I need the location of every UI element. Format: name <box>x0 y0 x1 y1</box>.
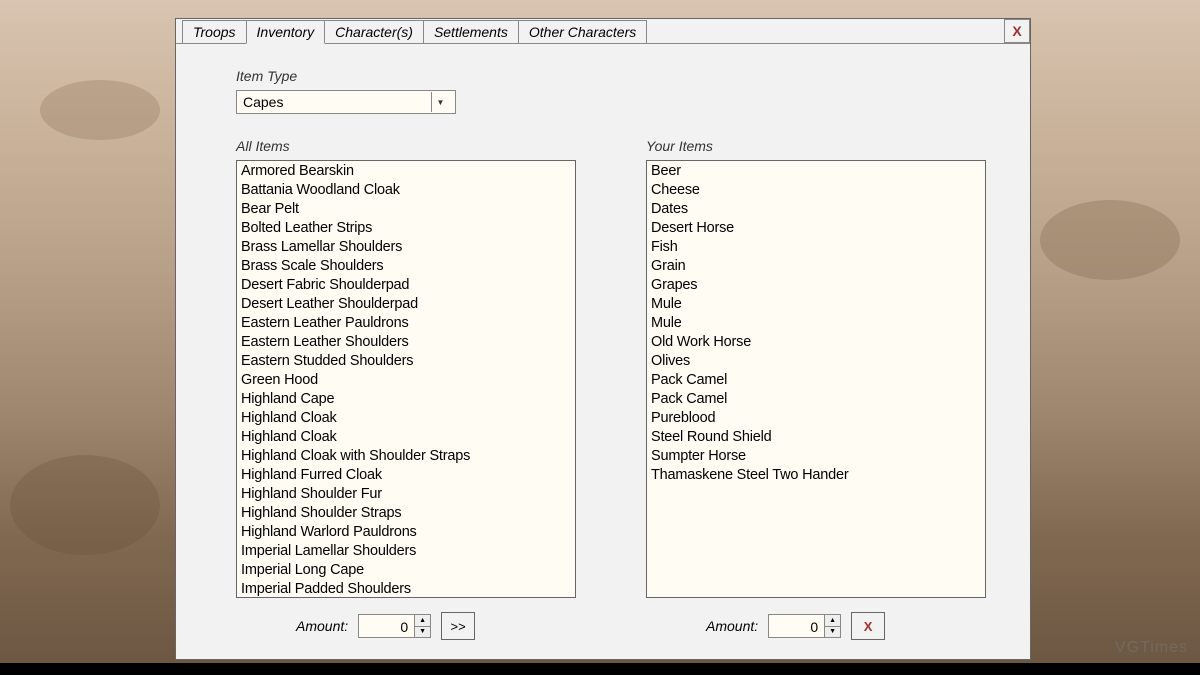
spinner-down-icon[interactable]: ▼ <box>415 627 430 638</box>
list-item[interactable]: Eastern Leather Pauldrons <box>241 314 571 333</box>
tab-other-characters[interactable]: Other Characters <box>518 20 647 44</box>
close-button[interactable]: X <box>1004 19 1030 43</box>
all-items-listbox[interactable]: Armored BearskinBattania Woodland CloakB… <box>236 160 576 598</box>
amount-value-right[interactable]: 0 <box>769 615 824 637</box>
list-item[interactable]: Desert Leather Shoulderpad <box>241 295 571 314</box>
your-items-label: Your Items <box>646 138 986 154</box>
item-type-value: Capes <box>243 94 283 110</box>
list-item[interactable]: Thamaskene Steel Two Hander <box>651 466 981 485</box>
add-items-button[interactable]: >> <box>441 612 475 640</box>
amount-value-left[interactable]: 0 <box>359 615 414 637</box>
list-item[interactable]: Highland Warlord Pauldrons <box>241 523 571 542</box>
list-item[interactable]: Grain <box>651 257 981 276</box>
spinner-up-icon[interactable]: ▲ <box>415 615 430 627</box>
tab-inventory[interactable]: Inventory <box>246 20 326 44</box>
tab-bar: TroopsInventoryCharacter(s)SettlementsOt… <box>182 19 1030 43</box>
list-item[interactable]: Armored Bearskin <box>241 162 571 181</box>
your-items-listbox[interactable]: BeerCheeseDatesDesert HorseFishGrainGrap… <box>646 160 986 598</box>
list-item[interactable]: Old Work Horse <box>651 333 981 352</box>
all-items-label: All Items <box>236 138 576 154</box>
list-item[interactable]: Dates <box>651 200 981 219</box>
list-item[interactable]: Green Hood <box>241 371 571 390</box>
close-icon: X <box>1012 23 1021 39</box>
amount-label-left: Amount: <box>296 618 348 634</box>
watermark: VGTimes <box>1115 639 1188 657</box>
list-item[interactable]: Brass Lamellar Shoulders <box>241 238 571 257</box>
cheat-dialog: X TroopsInventoryCharacter(s)Settlements… <box>175 18 1031 660</box>
list-item[interactable]: Imperial Padded Shoulders <box>241 580 571 598</box>
list-item[interactable]: Desert Horse <box>651 219 981 238</box>
bottom-bar <box>0 663 1200 675</box>
list-item[interactable]: Steel Round Shield <box>651 428 981 447</box>
list-item[interactable]: Fish <box>651 238 981 257</box>
tab-settlements[interactable]: Settlements <box>423 20 519 44</box>
list-item[interactable]: Mule <box>651 314 981 333</box>
list-item[interactable]: Highland Cape <box>241 390 571 409</box>
list-item[interactable]: Highland Shoulder Fur <box>241 485 571 504</box>
list-item[interactable]: Pack Camel <box>651 371 981 390</box>
remove-items-button[interactable]: X <box>851 612 885 640</box>
list-item[interactable]: Grapes <box>651 276 981 295</box>
list-item[interactable]: Highland Shoulder Straps <box>241 504 571 523</box>
list-item[interactable]: Sumpter Horse <box>651 447 981 466</box>
chevron-down-icon: ▼ <box>431 92 449 112</box>
amount-spinner-right[interactable]: 0 ▲ ▼ <box>768 614 841 638</box>
list-item[interactable]: Eastern Studded Shoulders <box>241 352 571 371</box>
list-item[interactable]: Imperial Long Cape <box>241 561 571 580</box>
tab-troops[interactable]: Troops <box>182 20 247 44</box>
list-item[interactable]: Olives <box>651 352 981 371</box>
list-item[interactable]: Highland Furred Cloak <box>241 466 571 485</box>
list-item[interactable]: Desert Fabric Shoulderpad <box>241 276 571 295</box>
list-item[interactable]: Beer <box>651 162 981 181</box>
list-item[interactable]: Bolted Leather Strips <box>241 219 571 238</box>
list-item[interactable]: Bear Pelt <box>241 200 571 219</box>
list-item[interactable]: Cheese <box>651 181 981 200</box>
list-item[interactable]: Eastern Leather Shoulders <box>241 333 571 352</box>
inventory-panel: Item Type Capes ▼ All Items Armored Bear… <box>176 43 1030 659</box>
list-item[interactable]: Highland Cloak <box>241 409 571 428</box>
list-item[interactable]: Highland Cloak <box>241 428 571 447</box>
list-item[interactable]: Highland Cloak with Shoulder Straps <box>241 447 571 466</box>
tab-character-s-[interactable]: Character(s) <box>324 20 424 44</box>
item-type-select[interactable]: Capes ▼ <box>236 90 456 114</box>
spinner-down-icon[interactable]: ▼ <box>825 627 840 638</box>
list-item[interactable]: Mule <box>651 295 981 314</box>
list-item[interactable]: Imperial Lamellar Shoulders <box>241 542 571 561</box>
spinner-up-icon[interactable]: ▲ <box>825 615 840 627</box>
amount-label-right: Amount: <box>706 618 758 634</box>
list-item[interactable]: Brass Scale Shoulders <box>241 257 571 276</box>
list-item[interactable]: Pack Camel <box>651 390 981 409</box>
item-type-label: Item Type <box>236 68 998 84</box>
list-item[interactable]: Battania Woodland Cloak <box>241 181 571 200</box>
amount-spinner-left[interactable]: 0 ▲ ▼ <box>358 614 431 638</box>
list-item[interactable]: Pureblood <box>651 409 981 428</box>
